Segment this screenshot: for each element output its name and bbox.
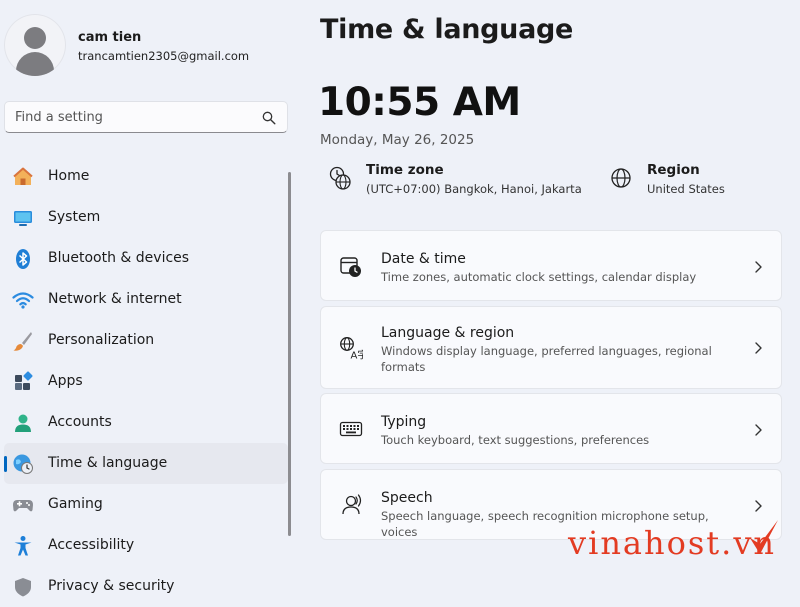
- card-description: Time zones, automatic clock settings, ca…: [381, 270, 697, 284]
- checkmark-logo-icon: [750, 520, 778, 554]
- region-title: Region: [647, 162, 700, 178]
- nav-label: Accounts: [48, 414, 112, 430]
- gamepad-icon: [13, 500, 33, 512]
- search-box[interactable]: [4, 101, 288, 133]
- apps-icon: [15, 371, 33, 390]
- nav-label: Network & internet: [48, 291, 182, 307]
- nav-item-apps[interactable]: Apps: [4, 361, 288, 402]
- nav-item-system[interactable]: System: [4, 197, 288, 238]
- user-name: cam tien: [78, 30, 142, 45]
- accounts-icon: [15, 414, 31, 432]
- globe-clock-icon: [13, 454, 33, 474]
- nav-item-time-language[interactable]: Time & language: [4, 443, 288, 484]
- card-title: Typing: [381, 414, 427, 430]
- system-icon: [14, 211, 32, 226]
- sidebar: cam tien trancamtien2305@gmail.com Home …: [0, 0, 300, 597]
- card-description: Touch keyboard, text suggestions, prefer…: [381, 433, 650, 447]
- nav-item-gaming[interactable]: Gaming: [4, 484, 288, 525]
- current-time: 10:55 AM: [318, 80, 521, 125]
- nav-item-personalization[interactable]: Personalization: [4, 320, 288, 361]
- speech-icon: [342, 494, 362, 515]
- shield-icon: [15, 578, 31, 597]
- card-title: Language & region: [381, 325, 515, 341]
- language-icon: A字: [340, 337, 364, 361]
- wifi-icon: [12, 292, 34, 309]
- nav-label: Accessibility: [48, 537, 135, 553]
- watermark-text: vinahost.vn: [568, 524, 777, 562]
- timezone-icon: [329, 166, 351, 190]
- nav-item-privacy[interactable]: Privacy & security: [4, 566, 288, 607]
- chevron-right-icon: [755, 342, 762, 354]
- nav-item-home[interactable]: Home: [4, 156, 288, 197]
- avatar[interactable]: [4, 14, 66, 76]
- vinahost-watermark: vinahost.vn: [568, 518, 780, 566]
- nav-label: Gaming: [48, 496, 103, 512]
- region-value: United States: [647, 182, 725, 196]
- nav-item-network[interactable]: Network & internet: [4, 279, 288, 320]
- page-title: Time & language: [320, 14, 574, 45]
- search-icon[interactable]: [262, 111, 276, 125]
- bluetooth-icon: [16, 249, 30, 269]
- accessibility-icon: [14, 536, 32, 556]
- nav-label: Apps: [48, 373, 83, 389]
- svg-text:A字: A字: [351, 349, 364, 361]
- nav-label: Home: [48, 168, 90, 184]
- timezone-value: (UTC+07:00) Bangkok, Hanoi, Jakarta: [366, 182, 582, 196]
- brush-icon: [13, 332, 32, 351]
- card-title: Speech: [381, 490, 433, 506]
- sidebar-scrollbar[interactable]: [288, 172, 291, 536]
- timezone-title: Time zone: [366, 162, 444, 178]
- date-time-card[interactable]: Date & time Time zones, automatic clock …: [320, 230, 782, 301]
- card-description: Windows display language, preferred lang…: [381, 344, 712, 374]
- nav-label: System: [48, 209, 101, 225]
- typing-card[interactable]: Typing Touch keyboard, text suggestions,…: [320, 393, 782, 464]
- home-icon: [13, 167, 33, 185]
- nav-item-bluetooth[interactable]: Bluetooth & devices: [4, 238, 288, 279]
- search-input[interactable]: [15, 107, 255, 127]
- chevron-right-icon: [755, 261, 762, 273]
- chevron-right-icon: [755, 500, 762, 512]
- nav-item-accessibility[interactable]: Accessibility: [4, 525, 288, 566]
- nav-list: Home System Bluetooth & devices Network …: [4, 156, 288, 607]
- chevron-right-icon: [755, 424, 762, 436]
- globe-icon: [611, 168, 631, 188]
- language-region-card[interactable]: A字 Language & region Windows display lan…: [320, 306, 782, 389]
- nav-item-accounts[interactable]: Accounts: [4, 402, 288, 443]
- calendar-clock-icon: [340, 257, 361, 277]
- keyboard-icon: [339, 421, 363, 437]
- nav-label: Privacy & security: [48, 578, 175, 594]
- nav-label: Bluetooth & devices: [48, 250, 190, 266]
- current-date: Monday, May 26, 2025: [320, 132, 475, 148]
- user-email: trancamtien2305@gmail.com: [78, 49, 250, 63]
- nav-label: Time & language: [48, 455, 168, 471]
- card-title: Date & time: [381, 251, 466, 267]
- nav-label: Personalization: [48, 332, 155, 348]
